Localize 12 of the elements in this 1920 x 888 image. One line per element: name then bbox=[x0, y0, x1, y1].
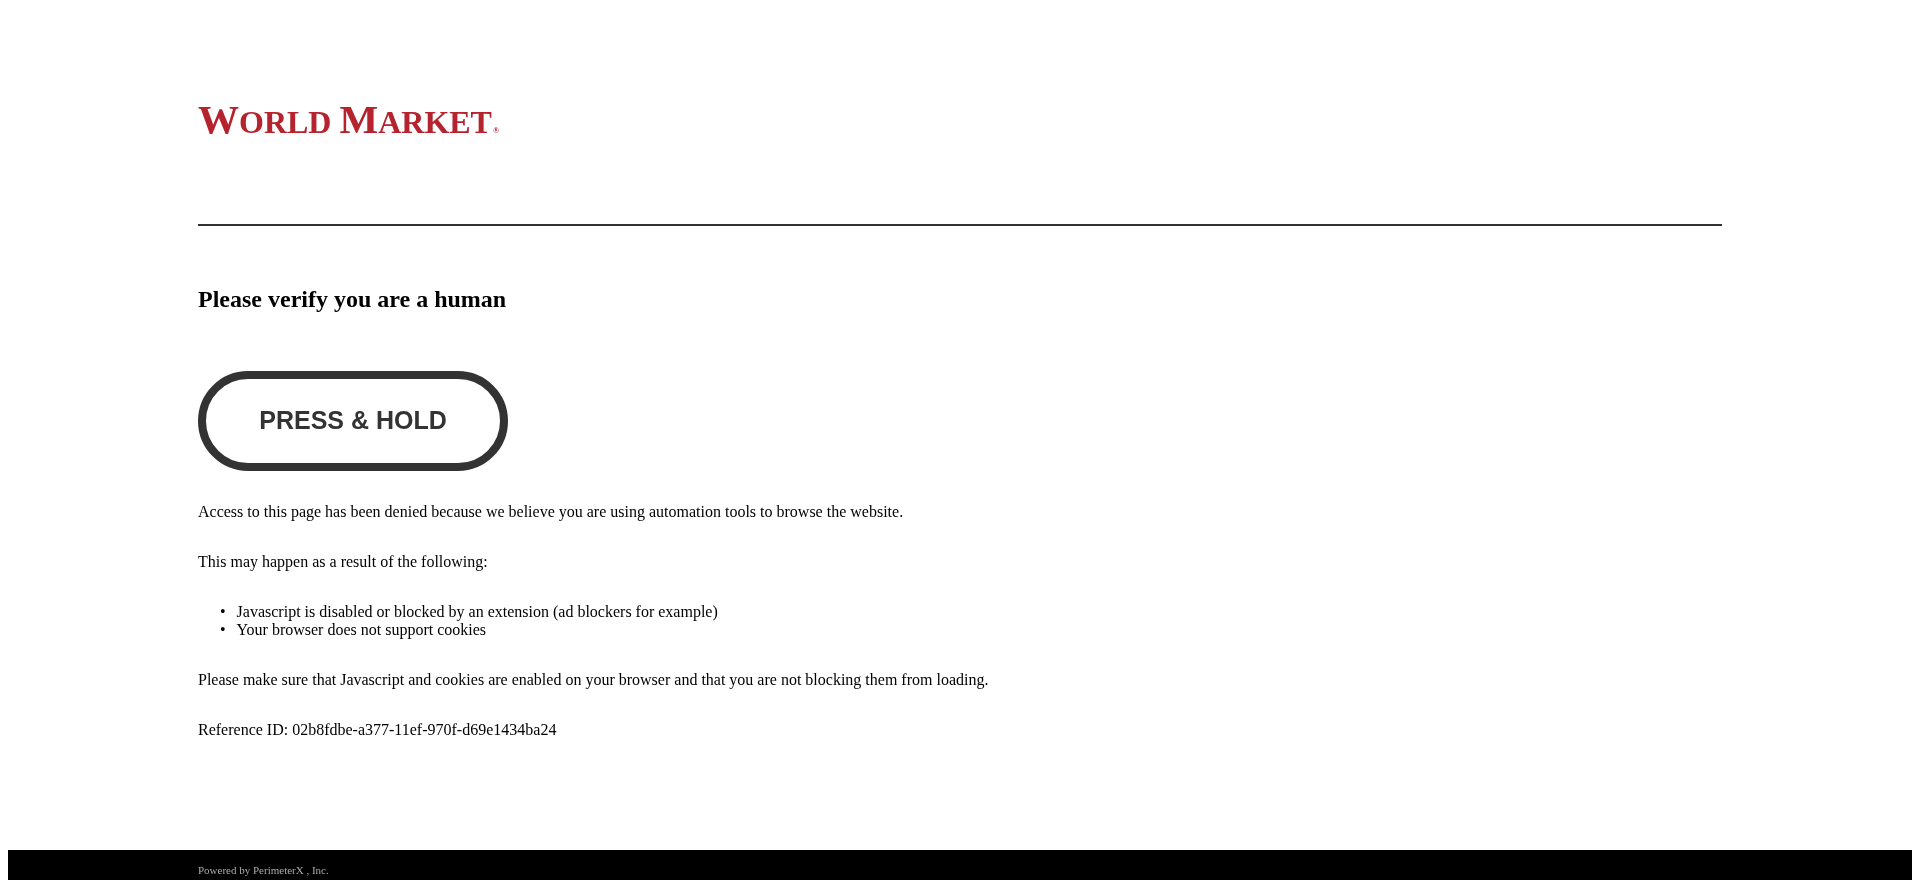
message-text: Access to this page has been denied because we believe you are using automation tools to browse the website. bbox=[198, 502, 904, 521]
bullet: • bbox=[220, 620, 226, 639]
message-text: This may happen as a result of the following: bbox=[198, 552, 488, 571]
logo: WORLD MARKET® bbox=[198, 98, 499, 144]
press-and-hold-button[interactable]: PRESS & HOLD bbox=[198, 370, 508, 471]
message-text: Please make sure that Javascript and cookies are enabled on your browser and that you are not blocking them from loading. bbox=[198, 670, 989, 689]
reason-item: Your browser does not support cookies bbox=[236, 620, 487, 639]
reason-item: Javascript is disabled or blocked by an extension (ad blockers for example) bbox=[236, 602, 718, 621]
page-heading: Please verify you are a human bbox=[198, 286, 507, 314]
footer-text: Powered by PerimeterX , Inc. bbox=[198, 864, 329, 876]
message-text: Reference ID: 02b8fdbe-a377-11ef-970f-d69e1434ba24 bbox=[198, 720, 557, 739]
bullet: • bbox=[220, 602, 226, 621]
